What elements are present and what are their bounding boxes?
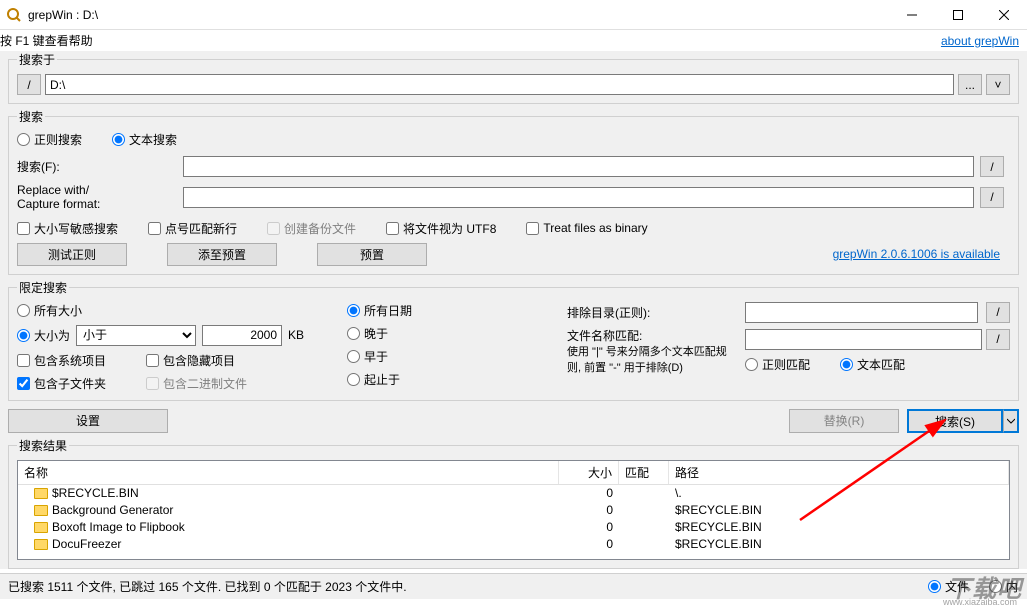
binary-check[interactable]: Treat files as binary (526, 221, 647, 235)
col-name[interactable]: 名称 (18, 461, 559, 484)
table-row[interactable]: Background Generator0$RECYCLE.BIN (18, 502, 1009, 519)
col-size[interactable]: 大小 (559, 461, 619, 484)
table-row[interactable]: $RECYCLE.BIN0\. (18, 485, 1009, 502)
size-unit-label: KB (288, 328, 304, 342)
all-sizes-radio[interactable]: 所有大小 (17, 302, 327, 319)
results-table[interactable]: 名称 大小 匹配 路径 $RECYCLE.BIN0\.Background Ge… (17, 460, 1010, 560)
filename-match-label: 文件名称匹配: 使用 "|" 号来分隔多个文本匹配规则, 前置 "-" 用于排除… (567, 329, 737, 376)
replace-with-input[interactable] (183, 187, 974, 208)
search-for-label: 搜索(F): (17, 158, 177, 175)
results-legend: 搜索结果 (17, 437, 69, 454)
replace-slash-button[interactable]: / (980, 187, 1004, 208)
text-match-radio[interactable]: 文本匹配 (840, 356, 905, 373)
window-title: grepWin : D:\ (28, 8, 889, 22)
col-path[interactable]: 路径 (669, 461, 1009, 484)
folder-icon (34, 522, 48, 533)
about-link[interactable]: about grepWin (941, 34, 1019, 48)
limit-group: 限定搜索 所有大小 大小为 小于 KB 包含系统项目 包含隐藏项目 包含子文件夹… (8, 279, 1019, 401)
results-group: 搜索结果 名称 大小 匹配 路径 $RECYCLE.BIN0\.Backgrou… (8, 437, 1019, 569)
status-text: 已搜索 1511 个文件, 已跳过 165 个文件. 已找到 0 个匹配于 20… (8, 578, 928, 595)
include-system-check[interactable]: 包含系统项目 (17, 352, 106, 369)
utf8-check[interactable]: 将文件视为 UTF8 (386, 220, 496, 237)
add-preset-button[interactable]: 添至预置 (167, 243, 277, 266)
status-bar: 已搜索 1511 个文件, 已跳过 165 个文件. 已找到 0 个匹配于 20… (0, 573, 1027, 599)
include-binary-check: 包含二进制文件 (146, 375, 247, 392)
folder-icon (34, 505, 48, 516)
update-link[interactable]: grepWin 2.0.6.1006 is available (833, 247, 1000, 261)
filename-match-input[interactable] (745, 329, 982, 350)
dot-newline-check[interactable]: 点号匹配新行 (148, 220, 237, 237)
exclude-dirs-label: 排除目录(正则): (567, 304, 737, 321)
path-slash-button[interactable]: / (17, 74, 41, 95)
recent-paths-button[interactable]: ˅ (986, 74, 1010, 95)
size-value-input[interactable] (202, 325, 282, 346)
replace-with-label: Replace with/ Capture format: (17, 183, 177, 212)
filename-slash-button[interactable]: / (986, 329, 1010, 350)
search-in-group: 搜索于 / ... ˅ (8, 51, 1019, 104)
text-search-radio[interactable]: 文本搜索 (112, 131, 177, 148)
app-icon (6, 7, 22, 23)
results-header: 名称 大小 匹配 路径 (18, 461, 1009, 485)
replace-button[interactable]: 替换(R) (789, 409, 899, 433)
search-for-input[interactable] (183, 156, 974, 177)
titlebar: grepWin : D:\ (0, 0, 1027, 30)
include-hidden-check[interactable]: 包含隐藏项目 (146, 352, 235, 369)
exclude-dirs-slash-button[interactable]: / (986, 302, 1010, 323)
search-button[interactable]: 搜索(S) (907, 409, 1003, 433)
folder-icon (34, 539, 48, 550)
folder-icon (34, 488, 48, 499)
maximize-button[interactable] (935, 0, 981, 30)
chevron-down-icon (1007, 417, 1015, 425)
test-regex-button[interactable]: 测试正则 (17, 243, 127, 266)
older-than-radio[interactable]: 早于 (347, 348, 547, 365)
create-backup-check: 创建备份文件 (267, 220, 356, 237)
case-sensitive-check[interactable]: 大小写敏感搜索 (17, 220, 118, 237)
search-for-slash-button[interactable]: / (980, 156, 1004, 177)
search-in-legend: 搜索于 (17, 51, 57, 68)
regex-match-radio[interactable]: 正则匹配 (745, 356, 810, 373)
col-match[interactable]: 匹配 (619, 461, 669, 484)
watermark-url: www.xiazaiba.com (943, 597, 1017, 607)
between-radio[interactable]: 起止于 (347, 371, 547, 388)
search-path-input[interactable] (45, 74, 954, 95)
include-subfolders-check[interactable]: 包含子文件夹 (17, 375, 106, 392)
search-dropdown-button[interactable] (1003, 409, 1019, 433)
search-legend: 搜索 (17, 108, 45, 125)
newer-than-radio[interactable]: 晚于 (347, 325, 547, 342)
close-button[interactable] (981, 0, 1027, 30)
browse-button[interactable]: ... (958, 74, 982, 95)
presets-button[interactable]: 预置 (317, 243, 427, 266)
table-row[interactable]: DocuFreezer0$RECYCLE.BIN (18, 536, 1009, 553)
search-group: 搜索 正则搜索 文本搜索 搜索(F): / Replace with/ Capt… (8, 108, 1019, 275)
help-hint: 按 F1 键查看帮助 (0, 32, 941, 49)
minimize-button[interactable] (889, 0, 935, 30)
settings-button[interactable]: 设置 (8, 409, 168, 433)
table-row[interactable]: Boxoft Image to Flipbook0$RECYCLE.BIN (18, 519, 1009, 536)
exclude-dirs-input[interactable] (745, 302, 978, 323)
regex-search-radio[interactable]: 正则搜索 (17, 131, 82, 148)
help-bar: 按 F1 键查看帮助 about grepWin (0, 30, 1027, 51)
action-row: 设置 替换(R) 搜索(S) (8, 405, 1019, 437)
size-op-select[interactable]: 小于 (76, 325, 196, 346)
all-dates-radio[interactable]: 所有日期 (347, 302, 547, 319)
limit-legend: 限定搜索 (17, 279, 69, 296)
size-is-radio[interactable]: 大小为 (17, 327, 70, 344)
